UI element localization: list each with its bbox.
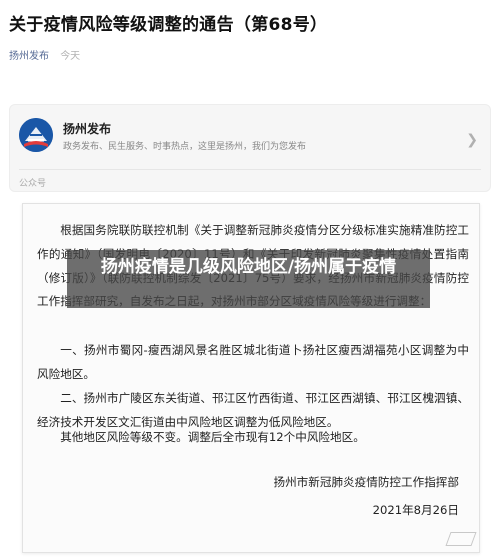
notice-paragraph-other: 其他地区风险等级不变。调整后全市现有12个中风险地区。	[60, 430, 365, 444]
account-card-divider	[19, 169, 481, 170]
account-description: 政务发布、民生服务、时事热点，这里是扬州，我们为您发布	[63, 142, 307, 152]
caption-overlay-text: 扬州疫情是几级风险地区/扬州属于疫情	[100, 257, 397, 277]
account-name: 扬州发布	[63, 122, 112, 136]
chevron-right-icon[interactable]: ❯	[466, 132, 478, 148]
account-card[interactable]: 扬州发布 政务发布、民生服务、时事热点，这里是扬州，我们为您发布 ❯ 公众号	[9, 104, 491, 192]
notice-signature: 扬州市新冠肺炎疫情防控工作指挥部	[273, 475, 459, 489]
article-source-link[interactable]: 扬州发布	[9, 51, 49, 62]
article-meta: 扬州发布 今天	[9, 47, 80, 62]
notice-date: 2021年8月26日	[372, 503, 459, 517]
notice-paragraph-item-1: 一、扬州市蜀冈-瘦西湖风景名胜区城北街道卜扬社区瘦西湖福苑小区调整为中风险地区。	[37, 343, 469, 381]
article-title: 关于疫情风险等级调整的通告（第68号）	[9, 15, 328, 35]
corner-mark-icon	[445, 532, 477, 546]
publish-time: 今天	[60, 51, 81, 62]
account-type-label: 公众号	[19, 179, 47, 189]
account-logo-icon	[19, 118, 53, 152]
